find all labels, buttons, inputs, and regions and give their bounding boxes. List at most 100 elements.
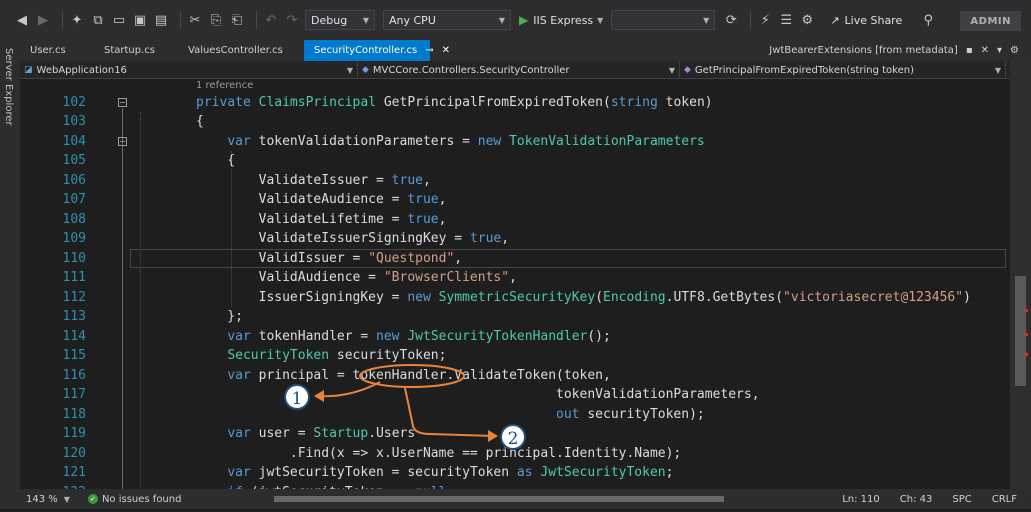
line-number: 118 [62, 406, 86, 422]
configuration-value: Debug [311, 13, 348, 27]
line-ending[interactable]: CRLF [992, 494, 1017, 505]
code-line[interactable]: 117 tokenValidationParameters, [20, 385, 1010, 405]
forward-icon[interactable]: ▶ [35, 10, 51, 30]
collapse-icon[interactable]: − [118, 136, 127, 146]
line-number: 116 [62, 367, 86, 383]
back-icon[interactable]: ◀ [14, 10, 30, 30]
member-dropdown[interactable]: ◆ GetPrincipalFromExpiredToken(string to… [680, 61, 1006, 79]
code-line[interactable]: 104 − var tokenValidationParameters = new… [20, 132, 1010, 152]
navigation-bar: ◪ WebApplication16 ▼ ◆ MVCCore.Controlle… [20, 61, 1031, 79]
line-number: 114 [62, 328, 86, 344]
undo-icon[interactable]: ↶ [263, 10, 279, 30]
project-dropdown[interactable]: ◪ WebApplication16 ▼ [20, 61, 358, 79]
class-dropdown[interactable]: ◆ MVCCore.Controllers.SecurityController… [358, 61, 680, 79]
code-line[interactable]: 112 IssuerSigningKey = new SymmetricSecu… [20, 288, 1010, 308]
code-text: tokenValidationParameters, [196, 387, 760, 402]
copy-icon[interactable]: ⎘ [208, 10, 224, 30]
configuration-dropdown[interactable]: Debug ▼ [305, 10, 375, 30]
metadata-tab[interactable]: JwtBearerExtensions [from metadata] ▪ ✕ … [761, 40, 1019, 61]
collapse-icon[interactable]: − [118, 97, 127, 107]
chevron-down-icon: ▼ [346, 65, 353, 75]
line-number: 107 [62, 192, 86, 207]
code-line[interactable]: 114 var tokenHandler = new JwtSecurityTo… [20, 327, 1010, 347]
code-editor[interactable]: 1 reference 102 − private ClaimsPrincipal … [20, 79, 1010, 489]
new-project-icon[interactable]: ✦ [69, 10, 85, 30]
whitespace-mode[interactable]: SPC [952, 494, 971, 505]
class-label: MVCCore.Controllers.SecurityController [372, 64, 570, 76]
run-button[interactable]: ▶ IIS Express ▼ [519, 13, 603, 27]
column-indicator: Ch: 43 [899, 493, 933, 505]
settings-icon[interactable]: ⚙ [799, 10, 815, 30]
line-number: 102 [62, 94, 86, 110]
zoom-level: 143 % [26, 493, 58, 505]
server-explorer-tab[interactable]: Server Explorer [3, 48, 14, 126]
code-line[interactable]: 105 { [20, 151, 1010, 171]
solution-explorer-icon[interactable]: ☰ [778, 10, 794, 30]
live-share-button[interactable]: ↗ Live Share [830, 14, 902, 27]
metadata-tab-label: JwtBearerExtensions [from metadata] [769, 45, 958, 56]
code-lens-references[interactable]: 1 reference [196, 80, 253, 91]
tab-list-icon[interactable]: ▾ [997, 45, 1002, 56]
code-line[interactable]: 110 ValidIssuer = "Questpond", [20, 248, 1010, 269]
save-icon[interactable]: ▣ [132, 10, 148, 30]
code-line[interactable]: 102 − private ClaimsPrincipal GetPrincipal… [20, 93, 1010, 113]
code-line[interactable]: 119 var user = Startup.Users [20, 424, 1010, 444]
code-text: ValidateLifetime = true, [196, 211, 447, 227]
check-icon: ✓ [87, 494, 98, 504]
code-line[interactable]: 106 ValidateIssuer = true, [20, 171, 1010, 191]
feedback-icon[interactable]: ⚲ [920, 10, 936, 30]
tab-startup-cs[interactable]: Startup.cs [94, 40, 178, 61]
code-line[interactable]: 121 var jwtSecurityToken = securityToken… [20, 463, 1010, 483]
tab-valuescontroller-cs[interactable]: ValuesController.cs [178, 40, 304, 61]
code-line[interactable]: 115 SecurityToken securityToken; [20, 346, 1010, 366]
code-line[interactable]: 116 var principal = tokenHandler.Validat… [20, 366, 1010, 386]
code-line[interactable]: 111 ValidAudience = "BrowserClients", [20, 268, 1010, 288]
vertical-scrollbar[interactable] [1010, 61, 1031, 489]
code-line[interactable]: 118 out securityToken); [20, 405, 1010, 425]
issues-label: No issues found [101, 493, 182, 505]
tab-user-cs[interactable]: User.cs [20, 40, 94, 61]
document-tabs: User.cs Startup.cs ValuesController.cs S… [20, 40, 1031, 61]
chevron-down-icon: ▼ [668, 65, 675, 75]
live-share-icon: ↗ [830, 13, 840, 27]
code-line[interactable]: 108 ValidateLifetime = true, [20, 210, 1010, 230]
code-line[interactable]: 113 }; [20, 307, 1010, 327]
zoom-dropdown[interactable]: 143 % ▼ [26, 494, 70, 505]
line-number: 120 [62, 445, 86, 461]
redo-icon[interactable]: ↷ [284, 10, 300, 30]
line-number: 112 [62, 289, 86, 305]
code-text: { [196, 153, 236, 168]
open-folder-icon[interactable]: ▭ [111, 10, 127, 30]
code-text: ValidateAudience = true, [196, 192, 447, 207]
refresh-icon[interactable]: ⟳ [723, 10, 739, 30]
horizontal-scrollbar[interactable] [254, 494, 854, 504]
hot-reload-icon[interactable]: ⚡ [757, 10, 773, 30]
separator [180, 11, 181, 29]
chevron-down-icon: ▼ [597, 15, 604, 25]
close-icon[interactable]: ✕ [442, 45, 450, 56]
code-text: var principal = tokenHandler.ValidateTok… [227, 367, 611, 383]
code-line[interactable]: 109 ValidateIssuerSigningKey = true, [20, 229, 1010, 249]
line-number: 115 [62, 348, 86, 363]
code-text: }; [196, 309, 243, 324]
paste-icon[interactable]: ⎗ [229, 10, 245, 30]
find-combo[interactable]: ▼ [611, 10, 716, 30]
scroll-thumb[interactable] [1015, 276, 1026, 386]
code-line[interactable]: 107 ValidateAudience = true, [20, 190, 1010, 210]
platform-value: Any CPU [389, 13, 436, 27]
code-line[interactable]: 120 .Find(x => x.UserName == principal.I… [20, 444, 1010, 464]
save-all-icon[interactable]: ▤ [153, 10, 169, 30]
new-item-icon[interactable]: ⧉ [90, 10, 106, 30]
code-line[interactable]: 103 { [20, 112, 1010, 132]
platform-dropdown[interactable]: Any CPU ▼ [383, 10, 511, 30]
scroll-thumb[interactable] [274, 496, 724, 502]
tab-securitycontroller-cs[interactable]: SecurityController.cs ⊸ ✕ [304, 40, 450, 61]
close-icon[interactable]: ✕ [981, 45, 989, 56]
cut-icon[interactable]: ✂ [187, 10, 203, 30]
pin-icon[interactable]: ⊸ [425, 45, 433, 56]
issues-indicator[interactable]: ✓ No issues found [87, 493, 182, 505]
tab-label: ValuesController.cs [188, 45, 283, 56]
settings-icon[interactable]: ⚙ [1010, 45, 1019, 56]
tab-label: SecurityController.cs [314, 45, 418, 56]
chevron-down-icon: ▼ [63, 494, 70, 504]
